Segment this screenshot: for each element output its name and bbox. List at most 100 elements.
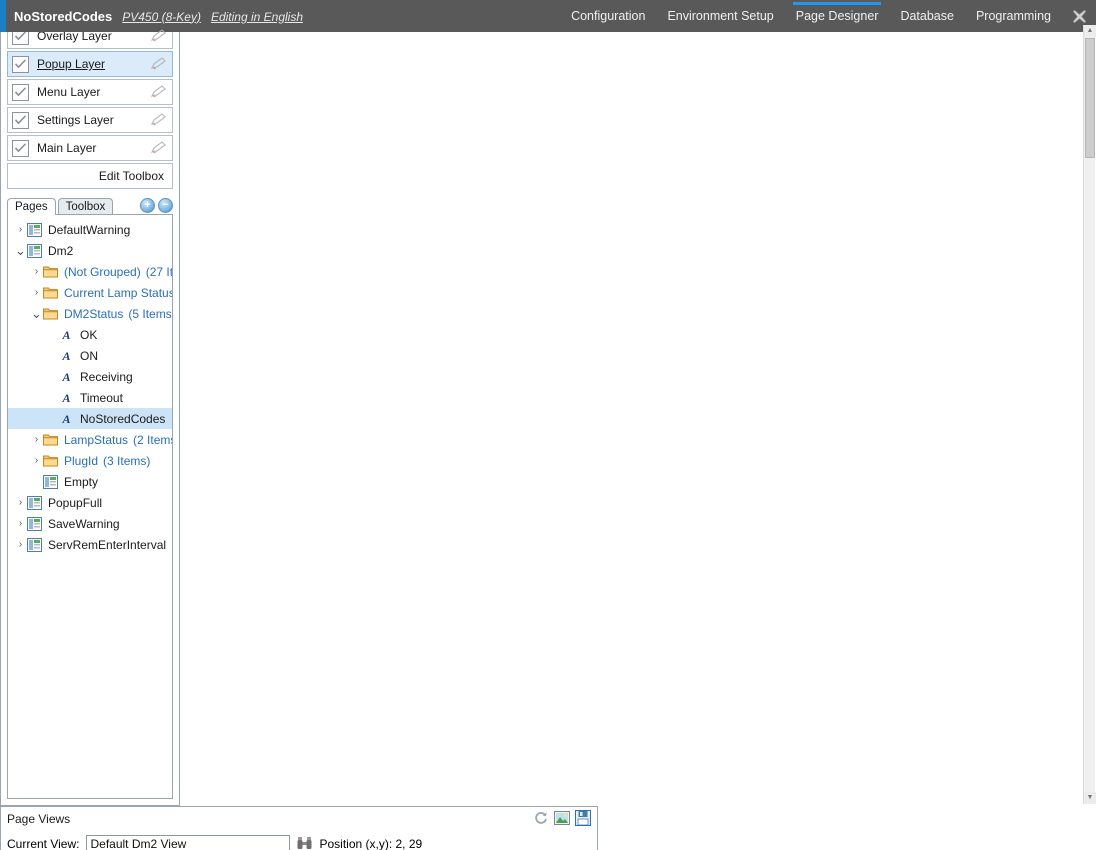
editing-language-link[interactable]: Editing in English — [211, 10, 303, 24]
tree-node-label: PopupFull — [48, 495, 103, 510]
save-icon[interactable] — [575, 809, 591, 829]
page-views-header: Page Views — [1, 807, 597, 831]
menu-item-database[interactable]: Database — [889, 0, 965, 32]
tree-node-label: (Not Grouped) — [64, 264, 141, 279]
tree-node-timeout[interactable]: A Timeout — [8, 387, 172, 408]
title-block: NoStoredCodes PV450 (8-Key) Editing in E… — [0, 9, 303, 24]
layer-row-popup[interactable]: Popup Layer — [7, 51, 173, 77]
layer-visibility-checkbox[interactable] — [12, 83, 29, 101]
menu-item-configuration[interactable]: Configuration — [560, 0, 656, 32]
expander-icon[interactable]: › — [14, 224, 27, 235]
current-view-input[interactable]: Default Dm2 View — [86, 834, 291, 850]
menu-item-page-designer[interactable]: Page Designer — [785, 0, 890, 32]
expander-icon[interactable]: › — [14, 497, 27, 508]
tree-node-plugid[interactable]: › PlugId (3 Items) — [8, 450, 172, 471]
layer-list: Overlay Layer Popup Layer Menu Layer Set… — [1, 23, 179, 161]
layer-label: Main Layer — [37, 141, 97, 155]
tree-node-dm2[interactable]: ⌄ Dm2 — [8, 240, 172, 261]
pages-tree[interactable]: › DefaultWarning ⌄ Dm2 › (Not Grouped) (27 Ite… — [7, 214, 173, 799]
svg-text:A: A — [61, 328, 70, 341]
tree-node-current-lamp-status[interactable]: ›Current Lamp Status(2 I — [8, 282, 172, 303]
page-title: NoStoredCodes — [14, 8, 113, 24]
device-model-link[interactable]: PV450 (8-Key) — [122, 10, 201, 24]
expander-icon[interactable]: › — [30, 287, 43, 298]
current-view-label: Current View: — [7, 837, 80, 850]
expander-icon[interactable]: › — [30, 455, 43, 466]
tree-node-nostoredcodes[interactable]: A NoStoredCodes — [8, 408, 172, 429]
tree-node-label: OK — [80, 327, 98, 342]
layer-row-menu[interactable]: Menu Layer — [7, 79, 173, 105]
tree-node-savewarning[interactable]: › SaveWarning — [8, 513, 172, 534]
expander-icon[interactable]: ⌄ — [14, 244, 27, 257]
expander-icon[interactable]: › — [30, 266, 43, 277]
scrollbar-thumb[interactable] — [1085, 38, 1095, 158]
pencil-icon[interactable] — [150, 140, 168, 156]
tree-node-label: Receiving — [80, 369, 133, 384]
pages-toolbox-tabstrip: Pages Toolbox + − — [7, 194, 173, 215]
accent-stripe — [0, 0, 6, 32]
page-views-panel: Page Views Current View: Default Dm2 Vie… — [0, 806, 598, 850]
pencil-icon[interactable] — [150, 112, 168, 128]
tree-node-empty[interactable]: Empty — [8, 471, 172, 492]
tree-action-buttons: + − — [140, 198, 173, 214]
refresh-icon[interactable] — [533, 810, 549, 829]
tree-node-label: Dm2 — [48, 243, 74, 258]
menu-item-programming[interactable]: Programming — [965, 0, 1062, 32]
tree-node-count: (27 Items) — [145, 264, 173, 279]
layer-label: Menu Layer — [37, 85, 101, 99]
add-page-button[interactable]: + — [140, 198, 155, 213]
tree-node-receiving[interactable]: A Receiving — [8, 366, 172, 387]
tree-node-lampstatus[interactable]: › LampStatus (2 Items) — [8, 429, 172, 450]
page-icon — [27, 495, 43, 510]
text-widget-icon: A — [59, 412, 75, 426]
edit-toolbox-button[interactable]: Edit Toolbox — [7, 163, 173, 189]
svg-text:A: A — [61, 412, 70, 425]
expander-icon[interactable]: › — [30, 434, 43, 445]
export-image-icon[interactable] — [554, 810, 570, 829]
layer-row-main[interactable]: Main Layer — [7, 135, 173, 161]
folder-icon — [43, 265, 59, 279]
remove-page-button[interactable]: − — [158, 198, 173, 213]
folder-icon — [43, 454, 59, 468]
tree-node-not-grouped[interactable]: › (Not Grouped) (27 Items) — [8, 261, 172, 282]
menu-item-environment-setup[interactable]: Environment Setup — [656, 0, 784, 32]
folder-icon — [43, 286, 59, 300]
tab-toolbox[interactable]: Toolbox — [57, 198, 114, 215]
tree-node-dm2status[interactable]: ⌄ DM2Status (5 Items) — [8, 303, 172, 324]
text-widget-icon: A — [59, 370, 75, 384]
tree-node-label: NoStoredCodes — [80, 411, 166, 426]
tree-node-label: DM2Status — [64, 306, 124, 321]
expander-icon[interactable]: › — [14, 518, 27, 529]
tree-node-label: Empty — [64, 474, 99, 489]
pencil-icon[interactable] — [150, 84, 168, 100]
svg-text:A: A — [61, 391, 70, 404]
properties-scrollbar[interactable]: ▲ ▼ — [1083, 25, 1096, 804]
binoculars-icon[interactable] — [297, 836, 312, 850]
scroll-down-icon[interactable]: ▼ — [1084, 792, 1096, 804]
layer-visibility-checkbox[interactable] — [12, 139, 29, 157]
page-icon — [27, 243, 43, 258]
svg-text:A: A — [61, 370, 70, 383]
expander-icon[interactable]: ⌄ — [30, 307, 43, 320]
layer-visibility-checkbox[interactable] — [12, 111, 29, 129]
tree-node-label: DefaultWarning — [48, 222, 131, 237]
tree-node-label: ServRemEnterInterval — [48, 537, 167, 552]
pencil-icon[interactable] — [150, 28, 168, 44]
tree-node-servrementerinterval[interactable]: › ServRemEnterInterval — [8, 534, 172, 555]
layer-row-settings[interactable]: Settings Layer — [7, 107, 173, 133]
scroll-up-icon[interactable]: ▲ — [1084, 25, 1096, 37]
tree-node-defaultwarning[interactable]: › DefaultWarning — [8, 219, 172, 240]
svg-text:A: A — [61, 349, 70, 362]
pencil-icon[interactable] — [150, 56, 168, 72]
tree-node-ok[interactable]: A OK — [8, 324, 172, 345]
pages-tree-list: › DefaultWarning ⌄ Dm2 › (Not Grouped) (27 Ite… — [8, 215, 172, 555]
tree-node-popupfull[interactable]: › PopupFull — [8, 492, 172, 513]
tree-node-label: SaveWarning — [48, 516, 120, 531]
expander-icon[interactable]: › — [14, 539, 27, 550]
tab-pages[interactable]: Pages — [7, 198, 56, 215]
folder-icon — [43, 433, 59, 447]
tree-node-count: (3 Items) — [103, 453, 151, 468]
tree-node-label: Timeout — [80, 390, 123, 405]
tree-node-on[interactable]: A ON — [8, 345, 172, 366]
layer-visibility-checkbox[interactable] — [12, 55, 29, 73]
